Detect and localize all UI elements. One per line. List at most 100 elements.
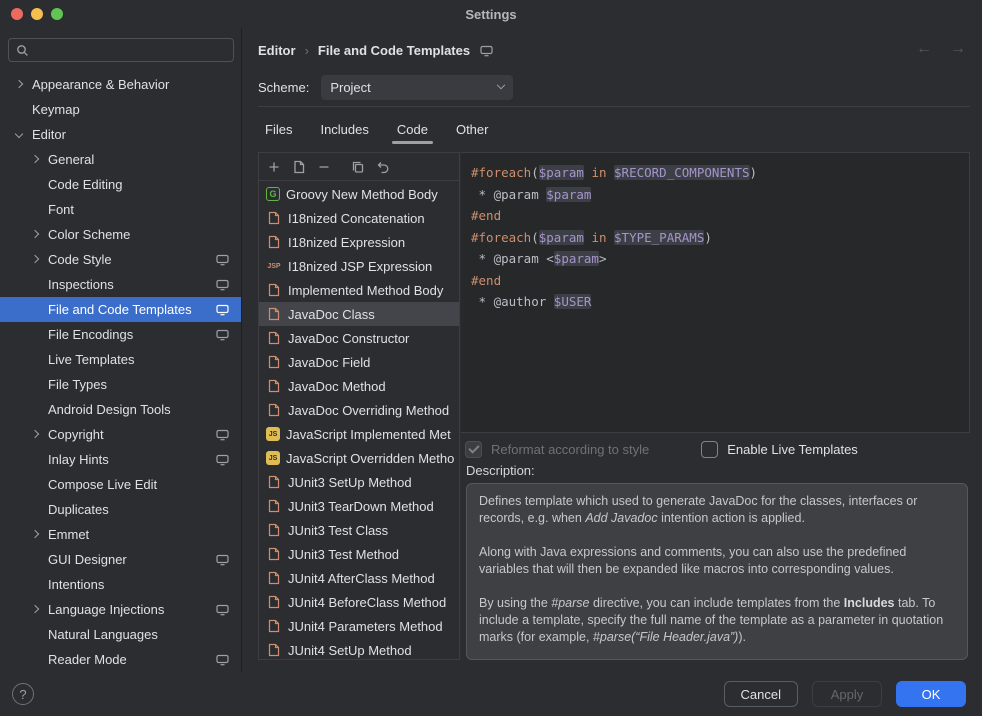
divider xyxy=(258,106,970,107)
sidebar-item-reader-mode[interactable]: Reader Mode xyxy=(0,647,241,672)
settings-search[interactable] xyxy=(8,38,234,62)
sidebar-item-label: Appearance & Behavior xyxy=(32,77,169,92)
sidebar-item-gui-designer[interactable]: GUI Designer xyxy=(0,547,241,572)
sidebar-item-label: Duplicates xyxy=(48,502,109,517)
code-line: #end xyxy=(471,205,969,227)
template-item-junit3-teardown-method[interactable]: JUnit3 TearDown Method xyxy=(259,494,459,518)
template-editor[interactable]: #foreach($param in $RECORD_COMPONENTS) *… xyxy=(461,152,970,433)
tab-code[interactable]: Code xyxy=(391,116,434,143)
sidebar-item-live-templates[interactable]: Live Templates xyxy=(0,347,241,372)
sidebar-item-font[interactable]: Font xyxy=(0,197,241,222)
template-item-junit3-test-class[interactable]: JUnit3 Test Class xyxy=(259,518,459,542)
chevron-right-icon[interactable] xyxy=(31,255,39,263)
chevron-down-icon[interactable] xyxy=(15,130,23,138)
minimize-button[interactable] xyxy=(31,8,43,20)
sidebar-item-label: Language Injections xyxy=(48,602,164,617)
close-button[interactable] xyxy=(11,8,23,20)
sidebar-item-keymap[interactable]: Keymap xyxy=(0,97,241,122)
sidebar-item-color-scheme[interactable]: Color Scheme xyxy=(0,222,241,247)
tab-includes[interactable]: Includes xyxy=(314,116,374,143)
screen-badge-icon xyxy=(216,254,229,266)
forward-button[interactable]: → xyxy=(950,40,966,58)
sidebar-item-label: Android Design Tools xyxy=(48,402,171,417)
sidebar-item-editor[interactable]: Editor xyxy=(0,122,241,147)
description-paragraph: Along with Java expressions and comments… xyxy=(479,544,955,578)
template-item-label: JavaScript Implemented Met xyxy=(286,427,451,442)
code-line: * @author $USER xyxy=(471,291,969,313)
code-line: * @param $param xyxy=(471,184,969,206)
reset-to-default-button[interactable] xyxy=(376,160,390,174)
sidebar-item-appearance-behavior[interactable]: Appearance & Behavior xyxy=(0,72,241,97)
reformat-checkbox[interactable] xyxy=(465,441,482,458)
template-item-junit3-test-method[interactable]: JUnit3 Test Method xyxy=(259,542,459,566)
chevron-right-icon[interactable] xyxy=(31,155,39,163)
template-file-icon xyxy=(266,546,282,562)
sidebar-item-compose-live-edit[interactable]: Compose Live Edit xyxy=(0,472,241,497)
sidebar-item-duplicates[interactable]: Duplicates xyxy=(0,497,241,522)
template-file-icon xyxy=(266,474,282,490)
sidebar-item-file-types[interactable]: File Types xyxy=(0,372,241,397)
copy-button[interactable] xyxy=(351,160,365,174)
chevron-right-icon[interactable] xyxy=(31,530,39,538)
template-item-javascript-overridden-metho[interactable]: JSJavaScript Overridden Metho xyxy=(259,446,459,470)
template-item-junit3-setup-method[interactable]: JUnit3 SetUp Method xyxy=(259,470,459,494)
template-item-i18nized-concatenation[interactable]: I18nized Concatenation xyxy=(259,206,459,230)
sidebar-item-file-and-code-templates[interactable]: File and Code Templates xyxy=(0,297,241,322)
sidebar-item-intentions[interactable]: Intentions xyxy=(0,572,241,597)
sidebar-item-language-injections[interactable]: Language Injections xyxy=(0,597,241,622)
apply-button[interactable]: Apply xyxy=(812,681,882,707)
template-item-javadoc-method[interactable]: JavaDoc Method xyxy=(259,374,459,398)
template-item-junit4-afterclass-method[interactable]: JUnit4 AfterClass Method xyxy=(259,566,459,590)
add-button[interactable] xyxy=(267,160,281,174)
screen-badge-icon xyxy=(216,279,229,291)
sidebar-item-inlay-hints[interactable]: Inlay Hints xyxy=(0,447,241,472)
sidebar-item-code-style[interactable]: Code Style xyxy=(0,247,241,272)
chevron-right-icon[interactable] xyxy=(31,605,39,613)
back-button[interactable]: ← xyxy=(916,40,932,58)
template-file-icon xyxy=(266,210,282,226)
settings-search-input[interactable] xyxy=(35,43,226,58)
sidebar-item-emmet[interactable]: Emmet xyxy=(0,522,241,547)
code-line: * @param <$param> xyxy=(471,248,969,270)
template-item-javadoc-overriding-method[interactable]: JavaDoc Overriding Method xyxy=(259,398,459,422)
template-item-groovy-new-method-body[interactable]: GGroovy New Method Body xyxy=(259,182,459,206)
cancel-button[interactable]: Cancel xyxy=(724,681,798,707)
ok-button[interactable]: OK xyxy=(896,681,966,707)
sidebar-item-code-editing[interactable]: Code Editing xyxy=(0,172,241,197)
zoom-button[interactable] xyxy=(51,8,63,20)
template-item-label: I18nized Concatenation xyxy=(288,211,425,226)
template-list[interactable]: GGroovy New Method Body I18nized Concaten… xyxy=(259,182,459,659)
template-item-javascript-implemented-met[interactable]: JS JavaScript Implemented Met xyxy=(259,422,459,446)
create-child-template-button[interactable] xyxy=(292,160,306,174)
scheme-select[interactable]: Project xyxy=(321,75,513,100)
template-item-junit4-setup-method[interactable]: JUnit4 SetUp Method xyxy=(259,638,459,659)
template-item-javadoc-field[interactable]: JavaDoc Field xyxy=(259,350,459,374)
template-file-icon xyxy=(266,378,282,394)
template-item-junit4-beforeclass-method[interactable]: JUnit4 BeforeClass Method xyxy=(259,590,459,614)
tab-other[interactable]: Other xyxy=(450,116,495,143)
template-item-javadoc-class[interactable]: JavaDoc Class xyxy=(259,302,459,326)
breadcrumb-editor[interactable]: Editor xyxy=(258,43,296,58)
sidebar-item-inspections[interactable]: Inspections xyxy=(0,272,241,297)
template-item-i18nized-expression[interactable]: I18nized Expression xyxy=(259,230,459,254)
sidebar-item-file-encodings[interactable]: File Encodings xyxy=(0,322,241,347)
tab-files[interactable]: Files xyxy=(259,116,298,143)
remove-button[interactable] xyxy=(317,160,331,174)
sidebar-item-general[interactable]: General xyxy=(0,147,241,172)
template-item-i18nized-jsp-expression[interactable]: JSPI18nized JSP Expression xyxy=(259,254,459,278)
template-item-junit4-parameters-method[interactable]: JUnit4 Parameters Method xyxy=(259,614,459,638)
template-item-label: JUnit3 Test Class xyxy=(288,523,388,538)
template-item-implemented-method-body[interactable]: Implemented Method Body xyxy=(259,278,459,302)
chevron-right-icon[interactable] xyxy=(31,430,39,438)
sidebar-item-natural-languages[interactable]: Natural Languages xyxy=(0,622,241,647)
template-item-javadoc-constructor[interactable]: JavaDoc Constructor xyxy=(259,326,459,350)
template-item-label: JUnit4 Parameters Method xyxy=(288,619,443,634)
sidebar-item-android-design-tools[interactable]: Android Design Tools xyxy=(0,397,241,422)
chevron-right-icon[interactable] xyxy=(15,80,23,88)
screen-badge-icon xyxy=(216,329,229,341)
javascript-file-icon: JS xyxy=(266,427,280,441)
sidebar-item-label: File Encodings xyxy=(48,327,133,342)
sidebar-item-copyright[interactable]: Copyright xyxy=(0,422,241,447)
chevron-right-icon[interactable] xyxy=(31,230,39,238)
enable-live-templates-checkbox[interactable] xyxy=(701,441,718,458)
